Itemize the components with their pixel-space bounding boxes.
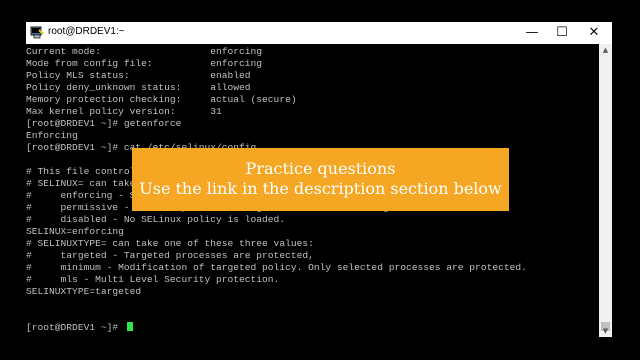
terminal-line: # mls - Multi Level Security protection.	[26, 274, 280, 285]
terminal-line: Enforcing	[26, 130, 78, 141]
scroll-up-icon[interactable]: ▲	[599, 44, 612, 56]
terminal-line: Policy deny_unknown status: allowed	[26, 82, 251, 93]
window-title: root@DRDEV1:~	[48, 26, 125, 37]
practice-questions-banner: Practice questions Use the link in the d…	[132, 148, 509, 211]
shell-prompt: [root@DRDEV1 ~]#	[26, 322, 124, 333]
terminal-line: # minimum - Modification of targeted pol…	[26, 262, 527, 273]
terminal-cursor	[126, 322, 133, 331]
terminal-line: # SELINUXTYPE= can take one of these thr…	[26, 238, 314, 249]
close-button[interactable]: ✕	[578, 22, 610, 44]
terminal-line: Max kernel policy version: 31	[26, 106, 222, 117]
terminal-line: [root@DRDEV1 ~]# getenforce	[26, 118, 182, 129]
minimize-button[interactable]: —	[516, 22, 548, 44]
terminal-line: # targeted - Targeted processes are prot…	[26, 250, 314, 261]
terminal-line: # disabled - No SELinux policy is loaded…	[26, 214, 286, 225]
terminal-line: Mode from config file: enforcing	[26, 58, 263, 69]
terminal-line: Current mode: enforcing	[26, 46, 263, 57]
scroll-down-icon[interactable]: ▼	[599, 325, 612, 337]
banner-title: Practice questions	[245, 159, 396, 178]
putty-terminal-icon	[30, 26, 44, 39]
terminal-line: SELINUX=enforcing	[26, 226, 124, 237]
maximize-button[interactable]: ☐	[546, 22, 578, 44]
banner-subtitle: Use the link in the description section …	[139, 179, 502, 198]
vertical-scrollbar[interactable]: ▲ ▼	[599, 44, 612, 337]
terminal-line: SELINUXTYPE=targeted	[26, 286, 142, 297]
terminal-line: Policy MLS status: enabled	[26, 70, 251, 81]
terminal-line: Memory protection checking: actual (secu…	[26, 94, 297, 105]
title-bar[interactable]: root@DRDEV1:~ — ☐ ✕	[26, 22, 612, 44]
terminal-prompt-line[interactable]: [root@DRDEV1 ~]#	[26, 322, 133, 334]
